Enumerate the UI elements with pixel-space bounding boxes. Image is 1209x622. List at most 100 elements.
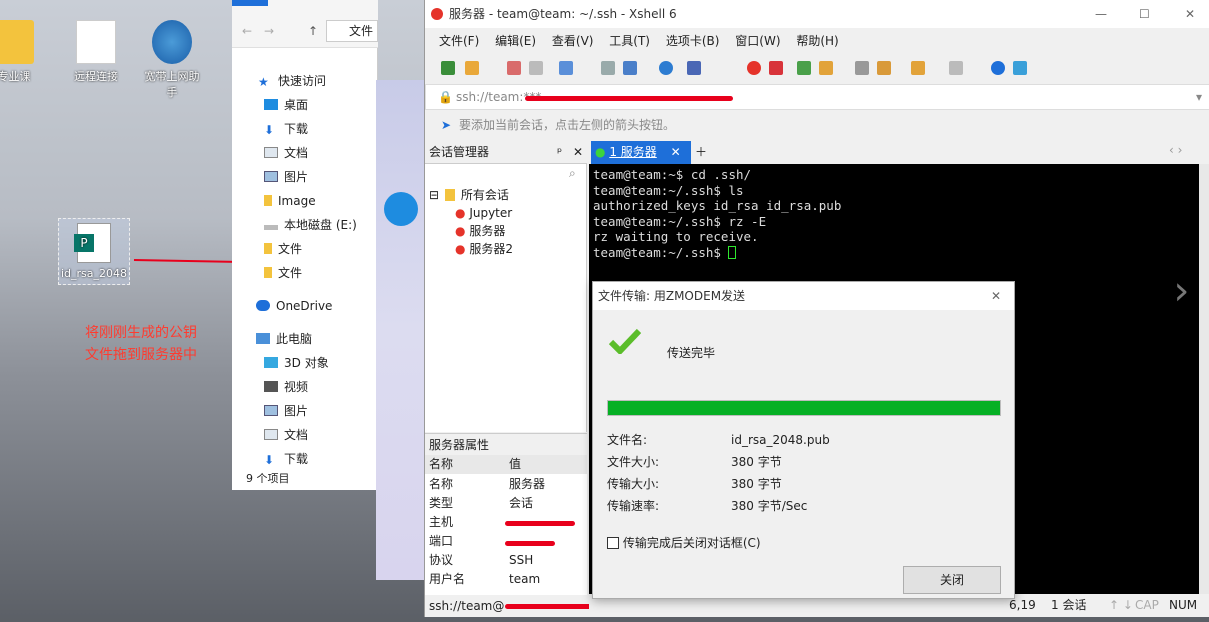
- next-chevron-icon: ›: [1169, 268, 1194, 314]
- item-count: 9 个项目: [246, 472, 290, 485]
- pin-icon[interactable]: ᵖ: [557, 140, 562, 164]
- picture-icon: [264, 171, 278, 182]
- document-icon: [264, 429, 278, 440]
- dropdown-icon[interactable]: ▾: [1196, 85, 1202, 109]
- menu-edit[interactable]: 编辑(E): [495, 34, 536, 48]
- folder-icon: [445, 189, 455, 201]
- progress-fill: [608, 401, 1000, 415]
- desktop-icon-professional[interactable]: 专业课: [0, 20, 46, 84]
- quick-access[interactable]: ★ 快速访问: [258, 70, 326, 92]
- properties-header: 服务器属性: [425, 433, 587, 455]
- menu-tabs[interactable]: 选项卡(B): [666, 34, 720, 48]
- nav-item-3d-objects[interactable]: 3D 对象: [264, 352, 329, 374]
- folder-icon: [264, 243, 272, 254]
- close-icon[interactable]: ✕: [1185, 0, 1195, 28]
- xshell-icon[interactable]: [747, 61, 761, 75]
- menu-tools[interactable]: 工具(T): [609, 34, 650, 48]
- session-item-server[interactable]: ● 服务器: [455, 222, 505, 240]
- nav-item-documents[interactable]: 文档: [264, 142, 308, 164]
- cloud-icon: [256, 300, 270, 311]
- compose-icon[interactable]: [877, 61, 891, 75]
- menu-file[interactable]: 文件(F): [439, 34, 479, 48]
- keyboard-icon[interactable]: [855, 61, 869, 75]
- session-search-icon[interactable]: ⌕: [569, 166, 576, 181]
- fullscreen-icon[interactable]: [797, 61, 811, 75]
- ribbon-active-tab[interactable]: [232, 0, 268, 6]
- up-icon[interactable]: ↑: [308, 24, 318, 38]
- help-icon[interactable]: [991, 61, 1005, 75]
- bookmark-arrow-icon[interactable]: ➤: [441, 112, 451, 138]
- tab-scroll-icon[interactable]: ‹ ›: [1169, 143, 1182, 157]
- tree-root[interactable]: ⊟ 所有会话: [429, 186, 509, 204]
- connected-icon: ●: [595, 145, 606, 159]
- menu-view[interactable]: 查看(V): [552, 34, 594, 48]
- add-tab-icon[interactable]: [911, 61, 925, 75]
- nav-item-downloads[interactable]: ⬇ 下载: [264, 118, 308, 140]
- nav-item-downloads-pc[interactable]: ⬇ 下载: [264, 448, 308, 470]
- forward-icon[interactable]: →: [264, 24, 274, 38]
- address-bar[interactable]: 文件: [326, 20, 378, 42]
- tab-server[interactable]: ● 1 服务器 ✕: [591, 141, 691, 164]
- checkbox-box[interactable]: [607, 537, 619, 549]
- folder-icon: [264, 267, 272, 278]
- nav-item-local-disk-e[interactable]: 本地磁盘 (E:): [264, 214, 357, 236]
- layout-icon[interactable]: [623, 61, 637, 75]
- nav-item-pictures[interactable]: 图片: [264, 166, 308, 188]
- menu-window[interactable]: 窗口(W): [735, 34, 780, 48]
- terminal-line: authorized_keys id_rsa id_rsa.pub: [593, 198, 842, 213]
- nav-item-this-pc[interactable]: 此电脑: [256, 328, 312, 350]
- back-icon[interactable]: ←: [242, 24, 252, 38]
- broadband-app-icon: [152, 20, 192, 64]
- nav-item-documents-pc[interactable]: 文档: [264, 424, 308, 446]
- chat-icon[interactable]: [1013, 61, 1027, 75]
- nav-item-files-1[interactable]: 文件: [264, 238, 302, 260]
- lock-icon: 🔒: [438, 90, 453, 104]
- desktop-icon-broadband[interactable]: 宽带上网助手: [140, 20, 204, 100]
- properties-table: 名称 值 名称 服务器 类型 会话 主机 端口 协议 SSH 用户名 team: [425, 455, 587, 595]
- minimize-icon[interactable]: —: [1095, 0, 1107, 28]
- desktop-icon-id-rsa[interactable]: P id_rsa_2048: [58, 218, 130, 285]
- font-icon[interactable]: [687, 61, 701, 75]
- terminal-scrollbar[interactable]: [1199, 164, 1209, 594]
- transfer-icon[interactable]: [507, 61, 521, 75]
- info-row-transferred: 传输大小: 380 字节: [607, 477, 782, 491]
- num-indicator: NUM: [1169, 598, 1198, 612]
- maximize-icon[interactable]: ☐: [1139, 0, 1150, 28]
- disconnect-icon[interactable]: [529, 61, 543, 75]
- info-row-rate: 传输速率: 380 字节/Sec: [607, 499, 808, 513]
- session-item-server2[interactable]: ● 服务器2: [455, 240, 513, 258]
- nav-item-pictures-pc[interactable]: 图片: [264, 400, 308, 422]
- expand-icon[interactable]: ⊟: [429, 188, 439, 202]
- new-tab-button[interactable]: ＋: [695, 143, 707, 160]
- tab-close-icon[interactable]: ✕: [671, 145, 681, 159]
- open-icon[interactable]: [465, 61, 479, 75]
- menu-help[interactable]: 帮助(H): [796, 34, 838, 48]
- properties-icon[interactable]: [559, 61, 573, 75]
- lock-icon[interactable]: [819, 61, 833, 75]
- cube-icon: [264, 357, 278, 368]
- dialog-close-icon[interactable]: ✕: [991, 282, 1001, 310]
- tab-list-icon[interactable]: [949, 61, 963, 75]
- panel-close-icon[interactable]: ✕: [573, 140, 583, 164]
- nav-item-image[interactable]: Image: [264, 190, 316, 212]
- close-button[interactable]: 关闭: [903, 566, 1001, 594]
- search-icon[interactable]: [601, 61, 615, 75]
- table-header: 名称 值: [425, 455, 587, 474]
- session-item-jupyter[interactable]: ● Jupyter: [455, 204, 512, 222]
- new-session-icon[interactable]: [441, 61, 455, 75]
- globe-icon[interactable]: [659, 61, 673, 75]
- nav-item-onedrive[interactable]: OneDrive: [256, 295, 332, 317]
- nav-item-desktop[interactable]: 桌面: [264, 94, 308, 116]
- checkmark-icon: [609, 328, 641, 354]
- file-transfer-dialog: 文件传输: 用ZMODEM发送 ✕ 传送完毕 文件名: id_rsa_2048.p…: [592, 281, 1015, 599]
- annotation-text: 将刚刚生成的公钥 文件拖到服务器中: [85, 325, 197, 363]
- xftp-icon[interactable]: [769, 61, 783, 75]
- explorer-toolbar: ← → ↑ 文件: [232, 0, 378, 48]
- desktop-icon-remote[interactable]: 远程连接: [64, 20, 128, 84]
- menu-bar: 文件(F) 编辑(E) 查看(V) 工具(T) 选项卡(B) 窗口(W) 帮助(…: [425, 28, 1209, 54]
- terminal-line: team@team:~/.ssh$ rz -E: [593, 213, 767, 229]
- close-after-transfer-checkbox[interactable]: 传输完成后关闭对话框(C): [607, 534, 761, 551]
- nav-item-files-2[interactable]: 文件: [264, 262, 302, 284]
- terminal-line: team@team:~/.ssh$ ls: [593, 182, 744, 198]
- nav-item-videos[interactable]: 视频: [264, 376, 308, 398]
